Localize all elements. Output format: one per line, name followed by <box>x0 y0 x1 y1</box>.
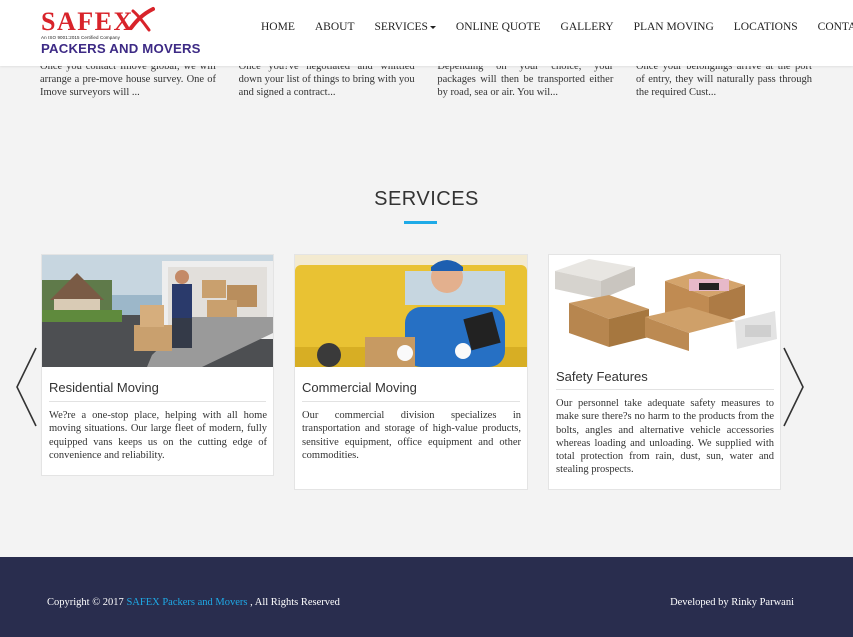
nav-label: GALLERY <box>560 21 614 33</box>
nav-label: LOCATIONS <box>733 21 798 33</box>
service-card[interactable]: Safety Features Our personnel take adequ… <box>548 254 781 490</box>
service-card[interactable]: Commercial Moving Our commercial divisio… <box>294 254 528 490</box>
nav-label: ONLINE QUOTE <box>455 21 541 33</box>
nav-label: PLAN MOVING <box>633 21 714 33</box>
nav-label: SERVICES <box>374 21 428 33</box>
caret-down-icon <box>429 25 436 29</box>
copyright-prefix: Copyright © 2017 <box>47 597 127 608</box>
packed-boxes-photo <box>549 255 780 355</box>
card-divider <box>302 401 520 402</box>
section-title: SERVICES <box>374 188 479 210</box>
card-divider <box>49 401 266 402</box>
card-title: Commercial Moving <box>302 380 417 395</box>
service-card[interactable]: Residential Moving We?re a one-stop plac… <box>41 254 274 476</box>
nav-label: CONTACT <box>817 21 853 33</box>
site-footer: Copyright © 2017 SAFEX Packers and Mover… <box>0 557 853 637</box>
site-header: SAFEX An ISO 9001:2015 Certified Company… <box>0 0 853 66</box>
nav-services[interactable]: SERVICES <box>375 21 436 33</box>
card-text: Our commercial division specializes in t… <box>302 410 521 461</box>
nav-gallery[interactable]: GALLERY <box>561 21 614 33</box>
nav-home[interactable]: HOME <box>261 21 295 33</box>
title-underline <box>404 221 437 224</box>
site-logo[interactable]: SAFEX An ISO 9001:2015 Certified Company… <box>41 7 201 60</box>
card-title: Safety Features <box>556 369 648 384</box>
logo-swoosh-icon <box>129 7 155 32</box>
copyright-text: Copyright © 2017 SAFEX Packers and Mover… <box>47 597 340 608</box>
logo-name: SAFEX <box>41 7 134 36</box>
mover-unloading-truck-photo <box>42 255 273 367</box>
nav-online-quote[interactable]: ONLINE QUOTE <box>456 21 541 33</box>
nav-locations[interactable]: LOCATIONS <box>734 21 798 33</box>
courier-with-clipboard-photo <box>295 255 527 367</box>
copyright-link[interactable]: SAFEX Packers and Movers <box>126 597 247 608</box>
chevron-left-icon[interactable] <box>14 346 38 428</box>
card-text: Our personnel take adequate safety measu… <box>556 398 774 476</box>
logo-wordmark: SAFEX <box>41 7 191 36</box>
developer-credit: Developed by Rinky Parwani <box>670 597 794 608</box>
nav-about[interactable]: ABOUT <box>315 21 355 33</box>
card-divider <box>556 389 774 390</box>
chevron-right-icon[interactable] <box>782 346 806 428</box>
nav-plan-moving[interactable]: PLAN MOVING <box>634 21 714 33</box>
copyright-suffix: , All Rights Reserved <box>247 597 340 608</box>
nav-label: HOME <box>261 21 295 33</box>
logo-subtitle: PACKERS AND MOVERS <box>41 41 201 56</box>
nav-label: ABOUT <box>314 21 355 33</box>
card-text: We?re a one-stop place, helping with all… <box>49 410 267 461</box>
main-nav: HOME ABOUT SERVICES ONLINE QUOTE GALLERY… <box>261 21 853 33</box>
nav-contact[interactable]: CONTACT <box>818 21 853 33</box>
card-title: Residential Moving <box>49 380 159 395</box>
